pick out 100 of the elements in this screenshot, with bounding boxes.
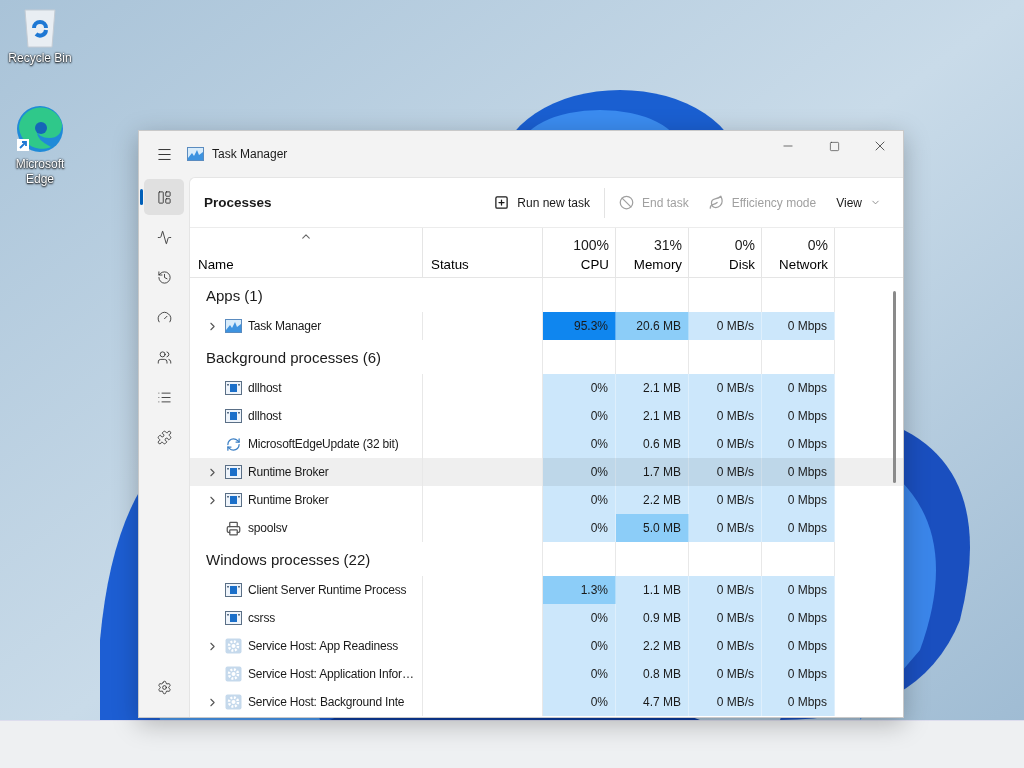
process-name: Service Host: Application Infor… [248, 667, 414, 681]
table-cell: 95.3% [543, 312, 616, 340]
gear-icon [224, 666, 242, 682]
column-header[interactable]: Network [779, 257, 828, 272]
table-cell: 0 MB/s [689, 402, 762, 430]
desktop-icon-label: Recycle Bin [7, 51, 73, 66]
recycle-bin-icon[interactable] [22, 8, 58, 48]
table-cell: 0% [543, 688, 616, 716]
table-cell: 0 Mbps [762, 458, 835, 486]
group-title: Windows processes (22) [205, 550, 372, 568]
end-task-icon [619, 195, 634, 210]
table-cell: 0 Mbps [762, 604, 835, 632]
column-total: 31% [653, 237, 682, 253]
browser-icon[interactable] [15, 104, 65, 154]
window-icon [224, 381, 242, 395]
processes-icon [156, 189, 172, 205]
column-header[interactable]: Name [198, 257, 234, 272]
table-cell: 0 Mbps [762, 688, 835, 716]
table-cell: 0.6 MB [616, 430, 689, 458]
table-cell: 0 Mbps [762, 402, 835, 430]
window-icon [224, 583, 242, 597]
table-cell: 0 MB/s [689, 486, 762, 514]
chart-icon [187, 147, 204, 161]
history-icon [156, 269, 172, 285]
maximize-icon [828, 140, 840, 152]
table-cell: 2.2 MB [616, 486, 689, 514]
process-name: MicrosoftEdgeUpdate (32 bit) [248, 437, 399, 451]
process-name: csrss [248, 611, 275, 625]
table-cell: 0 Mbps [762, 632, 835, 660]
window-icon [224, 493, 242, 507]
new-task-icon [494, 195, 510, 210]
table-cell: 0 MB/s [689, 430, 762, 458]
table-cell: 4.7 MB [616, 688, 689, 716]
table-cell: 0 MB/s [689, 514, 762, 542]
column-total: 0% [807, 237, 828, 253]
table-cell: 0.8 MB [616, 660, 689, 688]
update-icon [225, 436, 241, 452]
table-cell: 0% [543, 402, 616, 430]
table-cell: 0 MB/s [689, 312, 762, 340]
process-name: Task Manager [248, 319, 321, 333]
table-cell: 2.1 MB [616, 374, 689, 402]
table-cell: 2.2 MB [616, 632, 689, 660]
process-name: Service Host: Background Inte [248, 695, 405, 709]
window-title: Task Manager [212, 147, 289, 161]
process-name: Runtime Broker [248, 465, 329, 479]
table-cell: 0% [543, 632, 616, 660]
process-name: spoolsv [248, 521, 288, 535]
group-title: Background processes (6) [205, 348, 383, 366]
table-cell: 0% [543, 458, 616, 486]
printer-icon [225, 520, 241, 536]
table-cell: 1.3% [543, 576, 616, 604]
table-cell: 0% [543, 660, 616, 688]
process-name: Service Host: App Readiness [248, 639, 398, 653]
table-cell: 0% [543, 486, 616, 514]
window-icon [224, 409, 242, 423]
process-name: Client Server Runtime Process [248, 583, 407, 597]
performance-icon [156, 229, 172, 245]
group-title: Apps (1) [205, 286, 264, 304]
table-cell: 0 MB/s [689, 632, 762, 660]
column-total: 100% [573, 237, 609, 253]
process-name: Runtime Broker [248, 493, 329, 507]
table-cell: 20.6 MB [616, 312, 689, 340]
table-cell: 1.1 MB [616, 576, 689, 604]
toolbar-button[interactable]: View [828, 186, 889, 219]
gear-icon [224, 638, 242, 654]
table-cell: 0 MB/s [689, 688, 762, 716]
table-cell: 0 Mbps [762, 374, 835, 402]
table-cell: 0% [543, 430, 616, 458]
column-header[interactable]: CPU [580, 257, 609, 272]
process-name: dllhost [248, 409, 282, 423]
table-cell: 0 Mbps [762, 576, 835, 604]
table-cell: 1.7 MB [616, 458, 689, 486]
list-icon [156, 389, 172, 405]
process-name: dllhost [248, 381, 282, 395]
table-cell: 5.0 MB [616, 514, 689, 542]
page-title: Processes [204, 195, 273, 210]
gear-icon [224, 694, 242, 710]
table-cell: 0 Mbps [762, 660, 835, 688]
table-cell: 0 MB/s [689, 660, 762, 688]
column-header[interactable]: Status [431, 257, 469, 272]
gauge-icon [156, 309, 172, 325]
column-header[interactable]: Memory [633, 257, 682, 272]
table-cell: 0 Mbps [762, 430, 835, 458]
desktop-icon-label: Microsoft Edge [14, 157, 66, 187]
toolbar-button[interactable]: Run new task [486, 186, 598, 219]
window-icon [224, 465, 242, 479]
column-total: 0% [734, 237, 755, 253]
table-cell: 0 Mbps [762, 514, 835, 542]
users-icon [156, 349, 172, 365]
table-cell: 0% [543, 604, 616, 632]
puzzle-icon [156, 429, 172, 445]
table-cell: 0% [543, 374, 616, 402]
table-cell: 0% [543, 514, 616, 542]
table-cell: 0.9 MB [616, 604, 689, 632]
scrollbar[interactable] [893, 291, 896, 483]
column-header[interactable]: Disk [729, 257, 755, 272]
table-cell: 2.1 MB [616, 402, 689, 430]
table-cell: 0 Mbps [762, 312, 835, 340]
table-cell: 0 MB/s [689, 458, 762, 486]
settings-icon [156, 679, 172, 695]
